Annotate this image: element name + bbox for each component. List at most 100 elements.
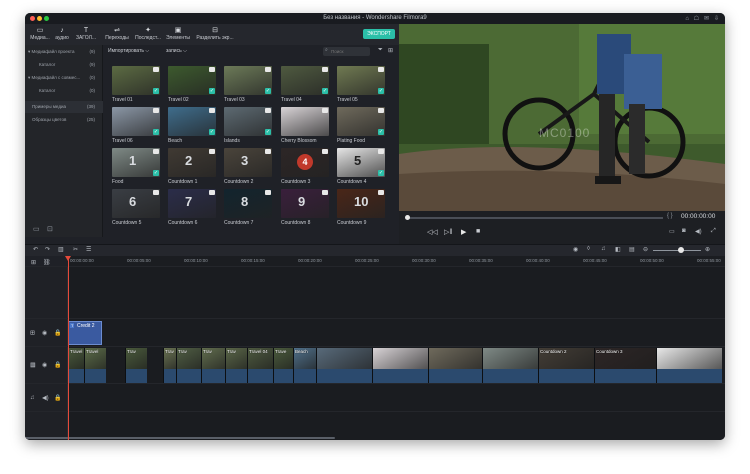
- media-thumbnail[interactable]: [281, 107, 329, 136]
- zoom-out-icon[interactable]: ⊖: [643, 246, 648, 253]
- media-thumbnail[interactable]: ✓: [168, 107, 216, 136]
- video-clip[interactable]: Travel 04: [247, 348, 273, 383]
- volume-icon[interactable]: ◀): [42, 394, 49, 401]
- media-thumbnail[interactable]: 5 ✓: [337, 148, 385, 177]
- undo-icon[interactable]: ↶: [33, 246, 38, 253]
- video-clip[interactable]: Beach: [293, 348, 316, 383]
- media-thumbnail[interactable]: 6: [112, 189, 160, 218]
- export-button[interactable]: ЭКСПОРТ: [363, 29, 395, 39]
- preview-progress-handle[interactable]: [405, 215, 410, 220]
- media-thumbnail[interactable]: ✓: [112, 107, 160, 136]
- sidebar-item-shared-media[interactable]: ▾ Медиафайл с совмес... (0): [25, 72, 103, 84]
- record-dropdown[interactable]: запись ⌵: [166, 48, 187, 54]
- media-thumbnail[interactable]: 3: [224, 148, 272, 177]
- media-thumbnail[interactable]: ✓: [337, 66, 385, 95]
- video-clip[interactable]: Travel: [84, 348, 106, 383]
- close-window-button[interactable]: [30, 16, 35, 21]
- media-thumbnail[interactable]: 4: [281, 148, 329, 177]
- media-thumbnail[interactable]: ✓: [168, 66, 216, 95]
- tab-transitions[interactable]: ⇌ Переходы: [102, 26, 132, 41]
- redo-icon[interactable]: ↷: [45, 246, 50, 253]
- video-clip[interactable]: [316, 348, 372, 383]
- media-thumbnail[interactable]: 2: [168, 148, 216, 177]
- video-player[interactable]: MC0100: [399, 24, 725, 211]
- media-thumbnail[interactable]: 8: [224, 189, 272, 218]
- media-thumbnail[interactable]: 9: [281, 189, 329, 218]
- filter-icon[interactable]: ⏷: [378, 47, 383, 54]
- import-dropdown[interactable]: Импортировать ⌵: [108, 48, 149, 54]
- video-clip[interactable]: Trav: [176, 348, 201, 383]
- sidebar-item-project-media[interactable]: ▾ Медиафайл проекта (9): [25, 46, 103, 58]
- delete-icon[interactable]: ▥: [58, 246, 64, 253]
- tab-split-screen[interactable]: ⊟ Разделить экр...: [193, 26, 237, 41]
- search-input[interactable]: [323, 47, 370, 56]
- lock-icon[interactable]: 🔒: [54, 394, 61, 401]
- maximize-window-button[interactable]: [44, 16, 49, 21]
- bracket-marker-icon[interactable]: { }: [667, 213, 673, 219]
- media-thumbnail[interactable]: ✓: [281, 66, 329, 95]
- media-thumbnail[interactable]: ✓: [224, 66, 272, 95]
- sidebar-item-folder[interactable]: Каталог (9): [25, 59, 103, 71]
- clip-label: Beach: [295, 349, 308, 354]
- split-screen-icon: ⊟: [212, 27, 218, 34]
- add-track-icon[interactable]: ⊞: [31, 259, 36, 266]
- tab-effects[interactable]: ✦ Последст...: [133, 26, 163, 41]
- zoom-slider-handle[interactable]: [678, 247, 684, 253]
- media-thumbnail[interactable]: ✓: [112, 66, 160, 95]
- eye-icon[interactable]: ◉: [42, 329, 47, 336]
- video-clip[interactable]: [482, 348, 538, 383]
- stop-icon[interactable]: ■: [476, 228, 480, 235]
- media-thumbnail[interactable]: 10: [337, 189, 385, 218]
- sidebar-item-sample-media[interactable]: Примеры медиа (39): [25, 101, 103, 113]
- snapshot-icon[interactable]: ◙: [682, 228, 686, 234]
- video-clip[interactable]: Trave: [273, 348, 293, 383]
- sidebar-item-folder-2[interactable]: Каталог (0): [25, 85, 103, 97]
- tab-elements[interactable]: ▣ Элементы: [163, 26, 193, 41]
- sidebar-item-sample-colors[interactable]: Образцы цветов (25): [25, 114, 103, 126]
- video-clip[interactable]: Trav: [163, 348, 176, 383]
- new-folder-icon[interactable]: ▭: [33, 225, 40, 233]
- video-clip[interactable]: Countdown 3: [594, 348, 656, 383]
- grid-view-icon[interactable]: ⊞: [388, 47, 393, 54]
- marker-icon[interactable]: ◊: [587, 246, 590, 252]
- tab-titles[interactable]: T ЗАГОЛ...: [71, 26, 101, 41]
- cut-icon[interactable]: ✂: [73, 246, 78, 253]
- layout-icon[interactable]: ▤: [629, 246, 635, 253]
- play-icon[interactable]: ▶: [461, 228, 466, 236]
- playhead[interactable]: [65, 256, 71, 440]
- folder-add-icon[interactable]: ⊡: [47, 225, 53, 233]
- zoom-in-icon[interactable]: ⊕: [705, 246, 710, 253]
- speed-icon[interactable]: ◧: [615, 246, 621, 253]
- video-clip[interactable]: Trav: [201, 348, 225, 383]
- voiceover-icon[interactable]: ♫: [601, 246, 606, 252]
- preview-frame-image: [399, 24, 725, 211]
- render-preview-icon[interactable]: ▭: [669, 228, 675, 235]
- media-thumbnail[interactable]: ✓: [337, 107, 385, 136]
- video-clip[interactable]: Trav: [125, 348, 147, 383]
- media-thumbnail[interactable]: 1 ✓: [112, 148, 160, 177]
- title-clip[interactable]: T Credit 2: [68, 321, 102, 345]
- ruler-tick-label: 00:00:25:00: [355, 258, 379, 263]
- fullscreen-icon[interactable]: ⤢: [711, 228, 716, 235]
- timeline-scrollbar[interactable]: [25, 437, 335, 439]
- render-icon[interactable]: ◉: [573, 246, 578, 253]
- video-clip[interactable]: [656, 348, 722, 383]
- media-thumbnail[interactable]: ✓: [224, 107, 272, 136]
- play-pause-icon[interactable]: ▷‖: [444, 228, 452, 236]
- link-icon[interactable]: ⛓: [43, 259, 51, 266]
- media-label: Countdown 2: [224, 179, 254, 185]
- zoom-slider-track[interactable]: [653, 250, 701, 251]
- audio-mixer-icon[interactable]: ☰: [86, 246, 91, 253]
- lock-icon[interactable]: 🔒: [54, 329, 61, 336]
- video-clip[interactable]: Countdown 2: [538, 348, 594, 383]
- minimize-window-button[interactable]: [37, 16, 42, 21]
- preview-progress-track[interactable]: [408, 217, 663, 219]
- video-clip[interactable]: Travel: [68, 348, 84, 383]
- media-thumbnail[interactable]: 7: [168, 189, 216, 218]
- video-clip[interactable]: [372, 348, 428, 383]
- timeline-ruler[interactable]: 00:00:00:00 00:00:05:00 00:00:10:00 00:00:1…: [68, 256, 725, 266]
- volume-icon[interactable]: ◀): [695, 228, 702, 235]
- video-clip[interactable]: [428, 348, 482, 383]
- skip-back-icon[interactable]: ◁◁: [427, 228, 438, 236]
- video-clip[interactable]: Trav: [225, 348, 247, 383]
